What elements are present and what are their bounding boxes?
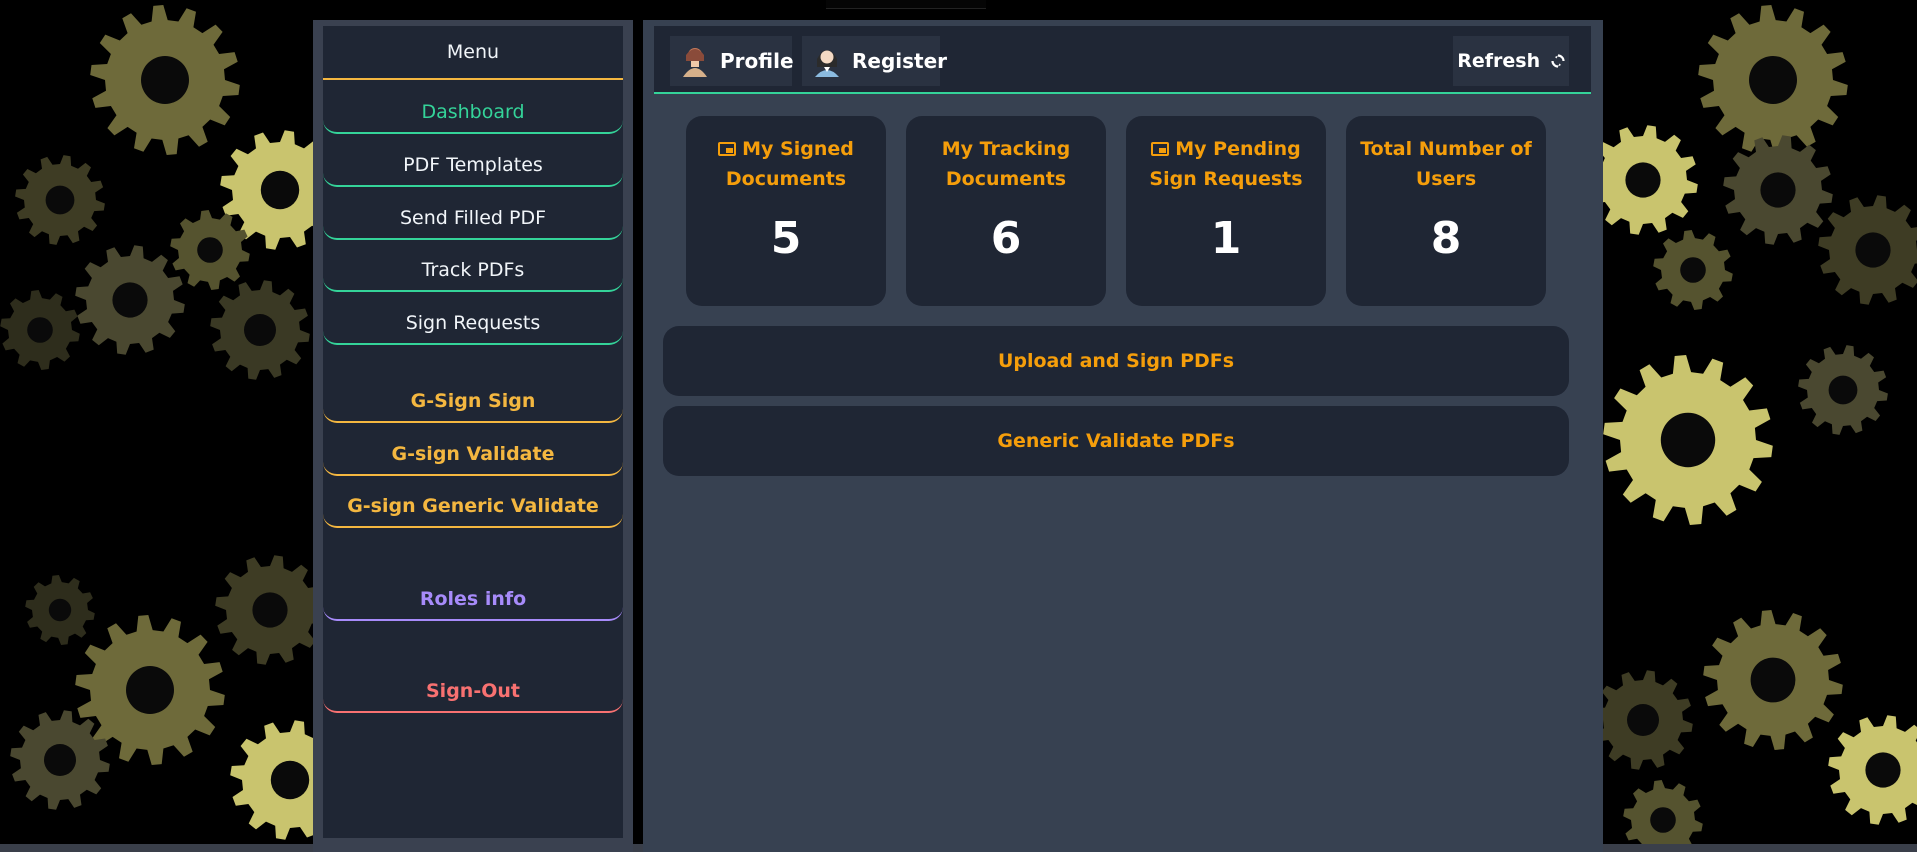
card-value: 5 [770,213,802,264]
main-content: Profile Register Refresh My Signed Docum… [643,20,1603,852]
sidebar-item-sign-out[interactable]: Sign-Out [323,669,623,713]
sidebar-item-roles-info[interactable]: Roles info [323,577,623,621]
gear-hole [1627,704,1659,736]
sidebar-item-pdf-templates[interactable]: PDF Templates [323,143,623,187]
inbox-icon [1151,142,1170,156]
gear-hole [244,314,276,346]
gear-hole [197,237,223,263]
card-title: My Tracking Documents [941,138,1071,190]
gear-hole [270,760,310,800]
sidebar-item-track-pdfs[interactable]: Track PDFs [323,248,623,292]
browser-top-strip [826,0,986,9]
gear-hole [252,592,288,628]
gear-hole [1680,257,1706,283]
profile-label: Profile [720,49,794,73]
gear-hole [44,744,76,776]
refresh-button[interactable]: Refresh [1453,36,1569,86]
upload-and-sign-button[interactable]: Upload and Sign PDFs [663,326,1569,396]
gear-hole [1750,657,1796,703]
gear-hole [48,598,72,622]
gear-hole [1749,56,1797,104]
card-value: 8 [1430,213,1462,264]
gear-hole [126,666,174,714]
sidebar-item-gsign-validate[interactable]: G-sign Validate [323,432,623,476]
gear-hole [1855,232,1891,268]
gear-hole [45,185,75,215]
gear-hole [141,56,189,104]
gear-background-left [0,0,313,852]
register-button[interactable]: Register [802,36,947,86]
card-title: Total Number of Users [1360,138,1532,190]
gear-hole [260,170,300,210]
sidebar-item-sign-requests[interactable]: Sign Requests [323,301,623,345]
register-avatar-icon [815,50,839,77]
stat-card-pending-sign-requests[interactable]: My Pending Sign Requests 1 [1126,116,1326,306]
gear-hole [1760,172,1796,208]
gear-hole [1650,807,1676,833]
card-value: 1 [1210,213,1242,264]
top-header: Profile Register Refresh [654,26,1591,94]
gear-hole [27,317,53,343]
refresh-label: Refresh [1457,50,1541,72]
gear-hole [1865,752,1901,788]
sidebar-item-gsign-generic-validate[interactable]: G-sign Generic Validate [323,484,623,528]
profile-avatar-icon [683,48,707,77]
gear-hole [1660,412,1716,468]
card-title: My Pending Sign Requests [1149,138,1303,190]
register-label: Register [852,49,948,73]
gear-background-right [1603,0,1917,852]
sidebar: Menu Dashboard PDF Templates Send Filled… [323,26,623,838]
gear-hole [1828,375,1858,405]
profile-button[interactable]: Profile [670,36,794,86]
menu-title: Menu [323,26,623,80]
sidebar-item-gsign-sign[interactable]: G-Sign Sign [323,379,623,423]
stat-card-tracking-documents[interactable]: My Tracking Documents 6 [906,116,1106,306]
stat-card-signed-documents[interactable]: My Signed Documents 5 [686,116,886,306]
card-title: My Signed Documents [725,138,854,190]
sidebar-item-dashboard[interactable]: Dashboard [323,90,623,134]
refresh-icon [1551,54,1565,68]
card-value: 6 [990,213,1022,264]
stat-card-total-users[interactable]: Total Number of Users 8 [1346,116,1546,306]
sidebar-item-send-filled-pdf[interactable]: Send Filled PDF [323,196,623,240]
gear-hole [1625,162,1661,198]
generic-validate-button[interactable]: Generic Validate PDFs [663,406,1569,476]
inbox-icon [718,142,737,156]
gear-hole [112,282,148,318]
